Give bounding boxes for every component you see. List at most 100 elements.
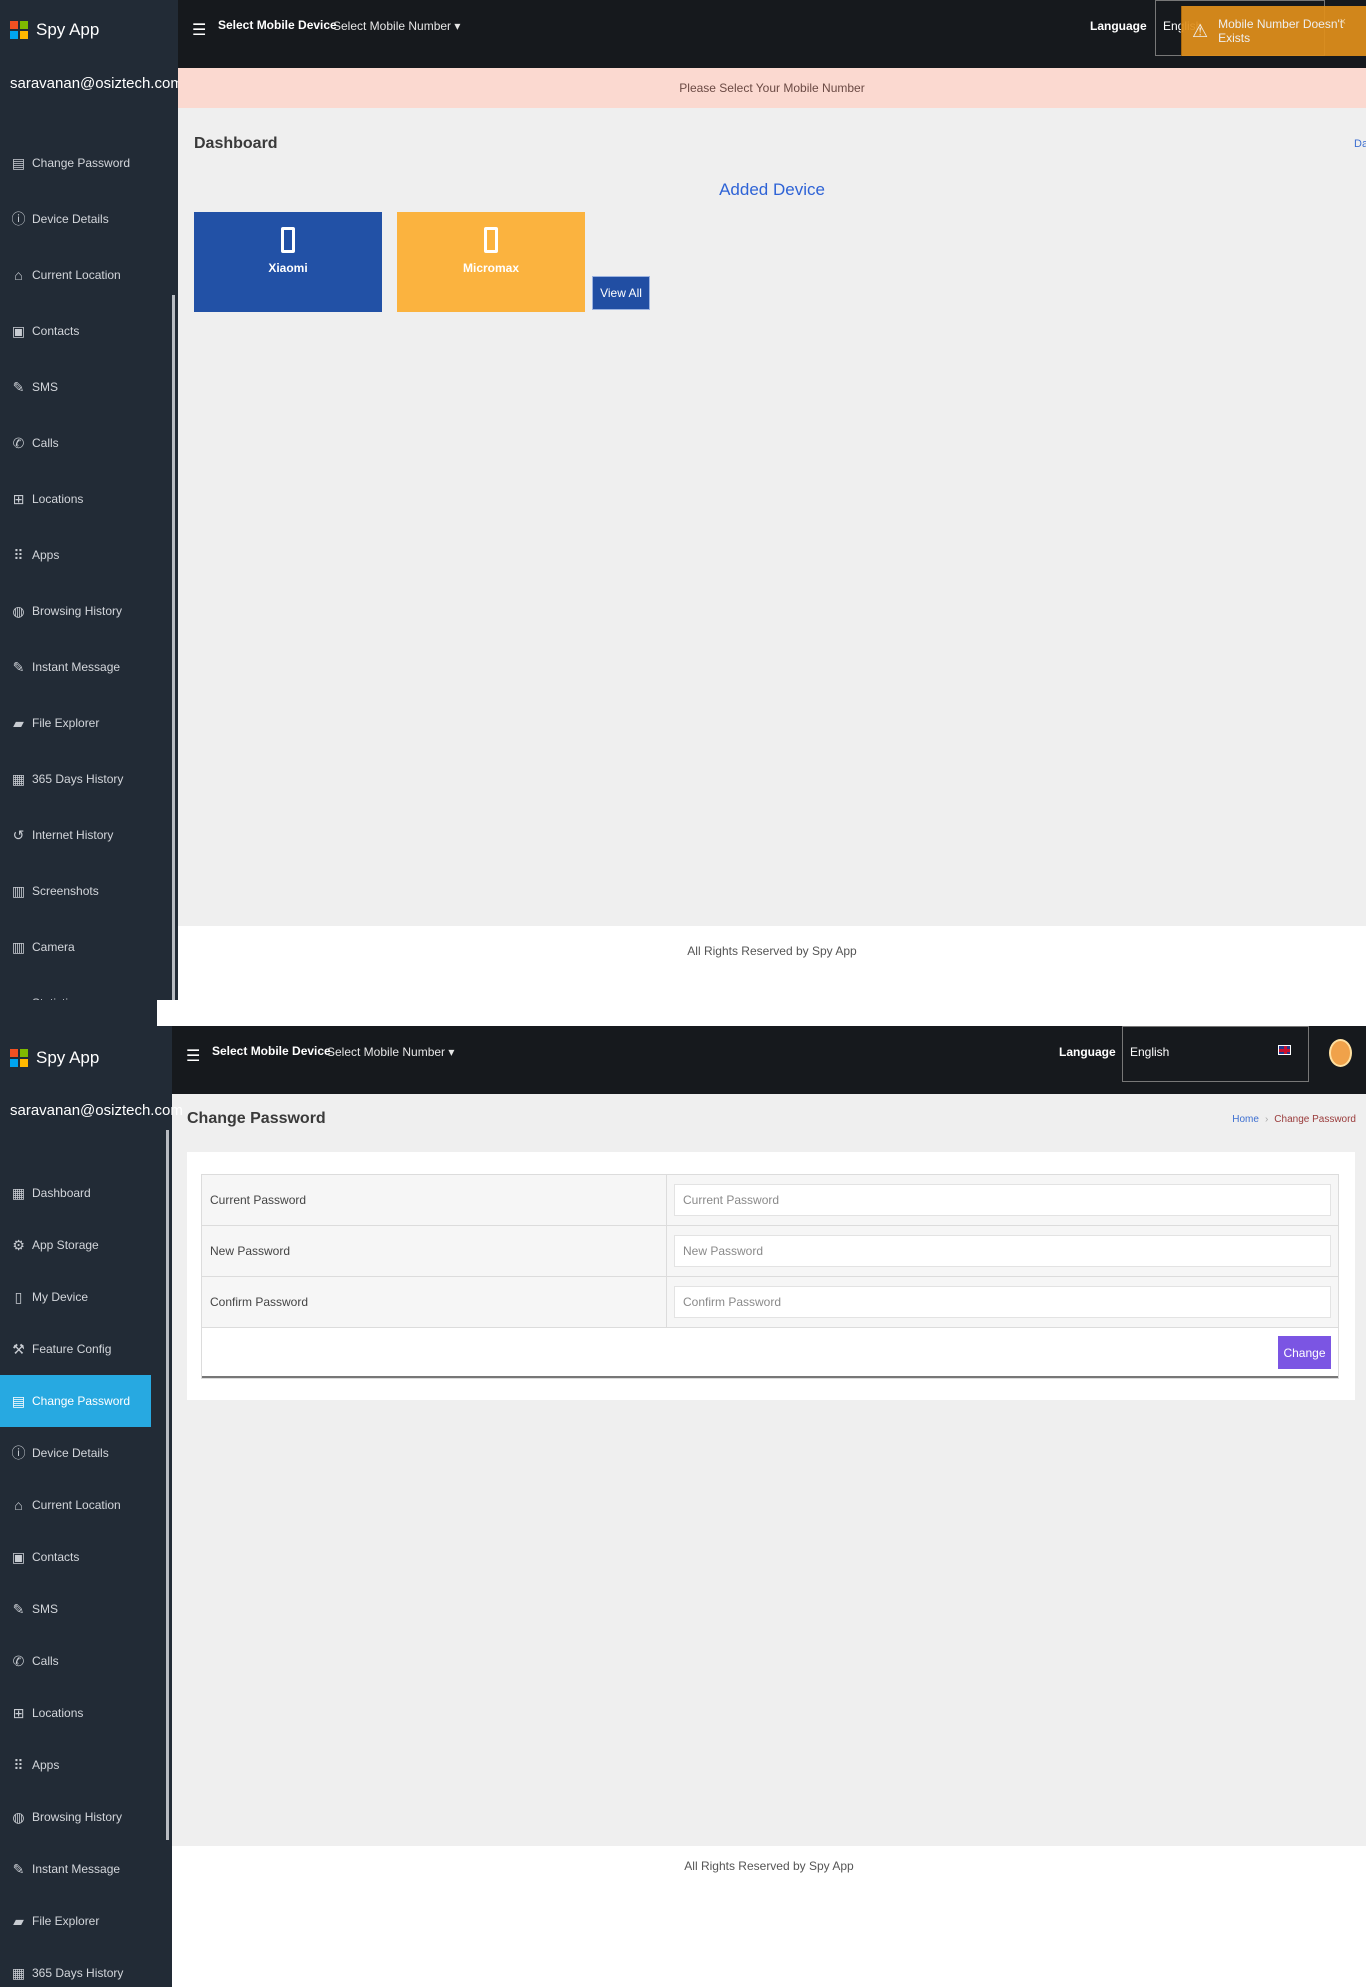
sidebar-item-apps[interactable]: ⠿ Apps	[0, 527, 178, 583]
map-icon: ⊞	[12, 1705, 25, 1721]
sidebar-item-sms[interactable]: ✎ SMS	[0, 1583, 172, 1635]
dashboard-screen: Spy App saravanan@osiztech.com ▤ Change P…	[0, 0, 1366, 1000]
sidebar-item-screenshots[interactable]: ▥ Screenshots	[0, 863, 178, 919]
language-value: English	[1130, 1045, 1170, 1059]
app-logo-icon	[10, 21, 28, 39]
select-number-dropdown[interactable]: Select Mobile Number ▾	[333, 19, 460, 33]
breadcrumb-home-link[interactable]: Home	[1232, 1114, 1259, 1125]
sidebar-item-dashboard[interactable]: ▦ Dashboard	[0, 1167, 172, 1219]
sidebar-item-change-password[interactable]: ▤ Change Password	[0, 1375, 151, 1427]
sidebar-item-label: Instant Message	[32, 1862, 121, 1876]
sidebar-item-label: Screenshots	[32, 884, 99, 898]
new-password-label: New Password	[202, 1226, 667, 1276]
current-password-input[interactable]	[674, 1184, 1331, 1216]
sidebar-item-camera[interactable]: ▥ Camera	[0, 919, 178, 975]
sidebar-item-calls[interactable]: ✆ Calls	[0, 1635, 172, 1687]
sidebar-item-statistics[interactable]: ◔Statistics	[0, 975, 178, 1000]
form-row-current-password: Current Password	[202, 1175, 1338, 1226]
dashboard-icon: ▦	[11, 1185, 26, 1201]
breadcrumb[interactable]: Das	[1354, 138, 1366, 150]
sidebar-item-label: Camera	[32, 940, 75, 954]
sidebar-item-label: Apps	[32, 548, 60, 562]
pencil-square-icon: ✎	[12, 379, 25, 395]
history-icon: ↺	[12, 827, 25, 843]
mobile-icon	[484, 227, 498, 253]
sidebar-item-instant-message[interactable]: ✎ Instant Message	[0, 639, 178, 695]
sidebar-item-device-details[interactable]: ⓘ Device Details	[0, 191, 178, 247]
view-all-button[interactable]: View All	[592, 276, 650, 310]
sidebar-item-contacts[interactable]: ▣ Contacts	[0, 303, 178, 359]
sidebar-item-label: Current Location	[32, 268, 121, 282]
footer: All Rights Reserved by Spy App	[172, 1846, 1366, 1987]
sidebar-item-label: Calls	[32, 436, 59, 450]
sidebar-item-change-password[interactable]: ▤ Change Password	[0, 135, 178, 191]
brand[interactable]: Spy App	[10, 1048, 99, 1068]
globe-icon: ◍	[12, 1809, 25, 1825]
sidebar-scrollbar[interactable]	[166, 1130, 169, 1840]
sidebar-item-label: My Device	[32, 1290, 89, 1304]
avatar[interactable]	[1329, 1039, 1352, 1067]
sidebar-item-current-location[interactable]: ⌂ Current Location	[0, 247, 178, 303]
grid-icon: ⠿	[13, 1757, 24, 1773]
breadcrumb-current: Change Password	[1274, 1114, 1356, 1125]
document-icon: ▤	[11, 155, 26, 171]
confirm-password-input[interactable]	[674, 1286, 1331, 1318]
sidebar-item-label: Change Password	[32, 156, 131, 170]
sidebar-item-browsing-history[interactable]: ◍ Browsing History	[0, 583, 178, 639]
device-card-xiaomi[interactable]: Xiaomi	[194, 212, 382, 312]
language-select[interactable]: English	[1122, 1026, 1309, 1082]
sidebar-scrollbar[interactable]	[172, 295, 175, 1000]
sidebar-item-feature-config[interactable]: ⚒ Feature Config	[0, 1323, 172, 1375]
sidebar-item-365-days-history[interactable]: ▦ 365 Days History	[0, 1947, 172, 1987]
language-label: Language	[1090, 19, 1147, 33]
globe-icon: ◍	[12, 603, 25, 619]
sidebar-item-label: Locations	[32, 1706, 84, 1720]
sidebar-item-my-device[interactable]: ▯ My Device	[0, 1271, 172, 1323]
sidebar-item-device-details[interactable]: ⓘ Device Details	[0, 1427, 172, 1479]
hamburger-menu-icon[interactable]: ☰	[186, 1046, 200, 1066]
form-row-confirm-password: Confirm Password	[202, 1277, 1338, 1328]
hamburger-menu-icon[interactable]: ☰	[192, 20, 206, 40]
sidebar-item-label: Apps	[32, 1758, 60, 1772]
sidebar-item-apps[interactable]: ⠿ Apps	[0, 1739, 172, 1791]
calendar-icon: ▦	[11, 771, 26, 787]
sidebar-item-365-days-history[interactable]: ▦ 365 Days History	[0, 751, 178, 807]
close-icon[interactable]: ×	[1340, 16, 1346, 28]
gallery-icon: ▥	[11, 939, 26, 955]
sidebar-item-current-location[interactable]: ⌂ Current Location	[0, 1479, 172, 1531]
new-password-input[interactable]	[674, 1235, 1331, 1267]
sidebar-item-app-storage[interactable]: ⚙ App Storage	[0, 1219, 172, 1271]
select-device-dropdown[interactable]: Select Mobile Device	[218, 18, 337, 32]
document-icon: ▤	[11, 1393, 26, 1409]
notification-toast[interactable]: ⚠ Mobile Number Doesn't Exists ×	[1181, 6, 1366, 56]
sidebar: Spy App saravanan@osiztech.com ▦ Dashboar…	[0, 1026, 183, 1987]
device-card-micromax[interactable]: Micromax	[397, 212, 585, 312]
sidebar-item-file-explorer[interactable]: ▰ File Explorer	[0, 695, 178, 751]
sidebar-item-contacts[interactable]: ▣ Contacts	[0, 1531, 172, 1583]
sidebar-item-label: SMS	[32, 1602, 59, 1616]
sidebar-item-internet-history[interactable]: ↺ Internet History	[0, 807, 178, 863]
uk-flag-icon	[1278, 1045, 1291, 1055]
home-icon: ⌂	[14, 267, 23, 283]
sidebar-item-label: Feature Config	[32, 1342, 112, 1356]
change-button[interactable]: Change	[1278, 1336, 1331, 1369]
sidebar-item-locations[interactable]: ⊞ Locations	[0, 471, 178, 527]
sidebar-item-locations[interactable]: ⊞ Locations	[0, 1687, 172, 1739]
sidebar-item-file-explorer[interactable]: ▰ File Explorer	[0, 1895, 172, 1947]
select-device-dropdown[interactable]: Select Mobile Device	[212, 1044, 331, 1058]
form-row-new-password: New Password	[202, 1226, 1338, 1277]
select-number-dropdown[interactable]: Select Mobile Number ▾	[327, 1045, 454, 1059]
app-name: Spy App	[36, 1048, 100, 1067]
mobile-icon	[281, 227, 295, 253]
confirm-password-label: Confirm Password	[202, 1277, 667, 1327]
brand[interactable]: Spy App	[10, 20, 99, 40]
topbar: ☰ Select Mobile Device Select Mobile Num…	[172, 1026, 1366, 1094]
sidebar-item-calls[interactable]: ✆ Calls	[0, 415, 178, 471]
select-number-label: Select Mobile Number	[327, 1045, 446, 1059]
info-icon: ⓘ	[11, 1445, 26, 1461]
sidebar-item-label: Locations	[32, 492, 84, 506]
sidebar-item-label: Instant Message	[32, 660, 121, 674]
sidebar-item-sms[interactable]: ✎ SMS	[0, 359, 178, 415]
sidebar-item-instant-message[interactable]: ✎ Instant Message	[0, 1843, 172, 1895]
sidebar-item-browsing-history[interactable]: ◍ Browsing History	[0, 1791, 172, 1843]
